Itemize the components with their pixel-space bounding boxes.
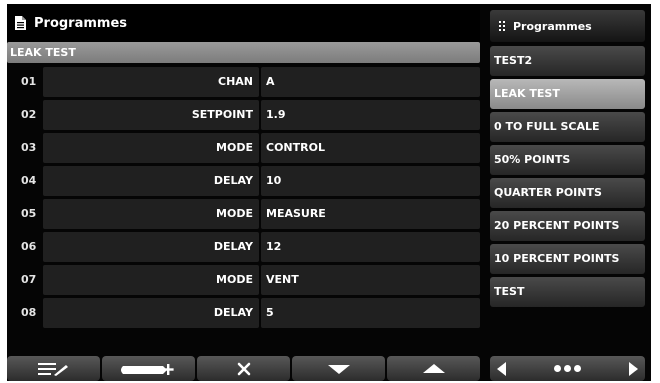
step-command[interactable]: MODE [43, 265, 259, 295]
step-value[interactable]: 5 [261, 298, 480, 328]
step-number: 08 [21, 306, 37, 319]
programme-item[interactable]: TEST [490, 277, 645, 307]
step-list: 01 CHAN A 02 SETPOINT 1.9 03 MODE CONTRO… [7, 66, 480, 330]
page-title: Programmes [34, 15, 128, 31]
more-options-icon[interactable] [554, 365, 581, 372]
programme-item[interactable]: 0 TO FULL SCALE [490, 112, 645, 142]
step-value[interactable]: 1.9 [261, 100, 480, 130]
header: Programmes [7, 4, 480, 42]
programme-item[interactable]: 50% POINTS [490, 145, 645, 175]
step-row[interactable]: 02 SETPOINT 1.9 [7, 99, 480, 132]
bottom-toolbar [7, 356, 480, 381]
step-row[interactable]: 04 DELAY 10 [7, 165, 480, 198]
step-row[interactable]: 07 MODE VENT [7, 264, 480, 297]
programme-item[interactable]: 10 PERCENT POINTS [490, 244, 645, 274]
dot [574, 365, 581, 372]
dot [554, 365, 561, 372]
step-row[interactable]: 06 DELAY 12 [7, 231, 480, 264]
step-row[interactable]: 01 CHAN A [7, 66, 480, 99]
step-number: 04 [21, 174, 37, 187]
delete-icon [237, 362, 250, 375]
step-value[interactable]: A [261, 67, 480, 97]
step-command[interactable]: CHAN [43, 67, 259, 97]
programme-item[interactable]: 20 PERCENT POINTS [490, 211, 645, 241]
step-command[interactable]: DELAY [43, 166, 259, 196]
move-up-icon [422, 363, 445, 373]
step-value[interactable]: CONTROL [261, 133, 480, 163]
step-number: 02 [21, 108, 37, 121]
step-row[interactable]: 08 DELAY 5 [7, 297, 480, 330]
document-icon [15, 16, 26, 30]
sidebar-title: Programmes [513, 19, 592, 33]
step-value[interactable]: 10 [261, 166, 480, 196]
step-command[interactable]: MODE [43, 133, 259, 163]
move-up-button[interactable] [387, 356, 480, 381]
programme-item-selected[interactable]: LEAK TEST [490, 79, 645, 109]
programme-item[interactable]: QUARTER POINTS [490, 178, 645, 208]
step-row[interactable]: 03 MODE CONTROL [7, 132, 480, 165]
insert-step-icon [120, 363, 174, 375]
edit-icon [37, 362, 68, 376]
pager-bar [490, 356, 645, 381]
step-number: 01 [21, 75, 37, 88]
step-value[interactable]: VENT [261, 265, 480, 295]
step-row[interactable]: 05 MODE MEASURE [7, 198, 480, 231]
step-value[interactable]: 12 [261, 232, 480, 262]
step-command[interactable]: DELAY [43, 232, 259, 262]
move-down-button[interactable] [292, 356, 385, 381]
dot [564, 365, 571, 372]
screen: Programmes LEAK TEST 01 CHAN A 02 SETPOI… [7, 4, 651, 381]
move-down-icon [327, 364, 350, 374]
step-command[interactable]: DELAY [43, 298, 259, 328]
step-number: 07 [21, 273, 37, 286]
previous-page-icon[interactable] [497, 361, 507, 376]
step-value[interactable]: MEASURE [261, 199, 480, 229]
grid-menu-icon [499, 21, 505, 31]
programme-list: TEST2 LEAK TEST 0 TO FULL SCALE 50% POIN… [490, 46, 645, 310]
step-command[interactable]: MODE [43, 199, 259, 229]
next-page-icon[interactable] [628, 361, 638, 376]
step-number: 06 [21, 240, 37, 253]
edit-button[interactable] [7, 356, 100, 381]
step-number: 05 [21, 207, 37, 220]
insert-step-button[interactable] [102, 356, 195, 381]
programme-item[interactable]: TEST2 [490, 46, 645, 76]
program-name-field[interactable]: LEAK TEST [7, 42, 480, 63]
programmes-menu-button[interactable]: Programmes [490, 10, 645, 42]
step-number: 03 [21, 141, 37, 154]
step-command[interactable]: SETPOINT [43, 100, 259, 130]
delete-button[interactable] [197, 356, 290, 381]
